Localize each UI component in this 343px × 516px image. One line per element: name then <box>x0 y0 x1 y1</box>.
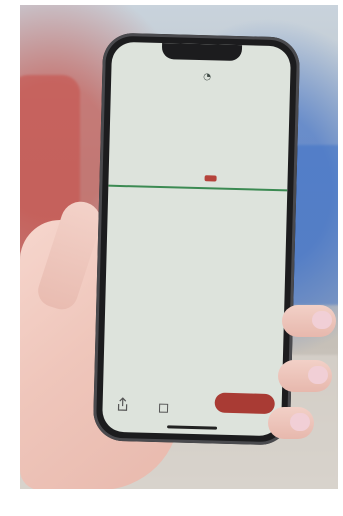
home-indicator <box>167 425 218 430</box>
top-bar-icon[interactable]: ◔ <box>203 72 211 82</box>
bookmark-icon[interactable] <box>158 398 169 413</box>
status-bar <box>122 47 282 63</box>
finger <box>278 360 332 392</box>
smartphone: ◔ <box>92 32 301 446</box>
fingernail <box>308 366 328 384</box>
primary-action-button[interactable] <box>214 392 275 415</box>
phone-screen: ◔ <box>101 41 292 437</box>
red-marker <box>204 175 217 182</box>
green-divider <box>108 184 288 192</box>
bottom-bar <box>102 386 282 431</box>
photo-background: ◔ <box>20 5 338 489</box>
caption-area <box>0 492 343 516</box>
fingernail <box>290 413 310 431</box>
fingernail <box>312 311 332 329</box>
finger <box>282 305 336 337</box>
finger <box>268 407 314 439</box>
share-icon[interactable] <box>116 396 128 411</box>
